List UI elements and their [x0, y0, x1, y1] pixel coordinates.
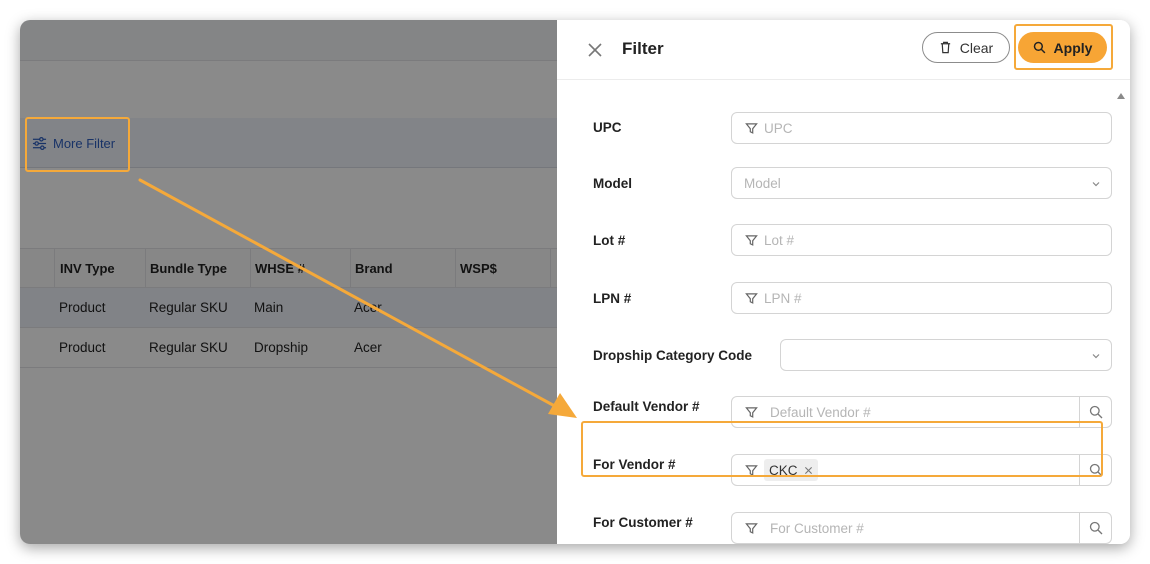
scroll-up-arrow[interactable] — [1117, 93, 1125, 99]
model-label: Model — [593, 176, 632, 191]
apply-button[interactable]: Apply — [1018, 32, 1107, 63]
for-customer-search-button[interactable] — [1079, 513, 1111, 543]
for-vendor-input[interactable]: CKC — [731, 454, 1112, 486]
clear-label: Clear — [959, 39, 994, 56]
filter-icon — [745, 292, 758, 304]
upc-placeholder: UPC — [764, 120, 793, 136]
search-icon — [1089, 521, 1102, 535]
upc-label: UPC — [593, 120, 622, 135]
modal-overlay[interactable] — [20, 20, 557, 544]
dropship-category-select[interactable] — [780, 339, 1112, 371]
chevron-down-icon — [1092, 354, 1100, 359]
search-icon — [1089, 405, 1102, 419]
screenshot-stage: More Filter INV Type Bundle Type WHSE # … — [0, 0, 1150, 564]
for-vendor-label: For Vendor # — [593, 457, 676, 472]
search-icon — [1089, 463, 1102, 477]
default-vendor-placeholder: Default Vendor # — [770, 404, 871, 420]
filter-icon — [745, 522, 758, 534]
drawer-title: Filter — [622, 39, 664, 58]
lot-label: Lot # — [593, 233, 626, 248]
clear-button[interactable]: Clear — [922, 32, 1010, 63]
default-vendor-label: Default Vendor # — [593, 399, 700, 414]
filter-drawer: Filter Clear Apply UPC UPC Model Model L… — [557, 20, 1130, 544]
filter-icon — [745, 234, 758, 246]
filter-icon — [745, 122, 758, 134]
drawer-body[interactable]: UPC UPC Model Model Lot # Lot # LPN # LP… — [557, 81, 1130, 544]
filter-icon — [745, 406, 758, 418]
remove-tag-icon[interactable] — [804, 466, 813, 475]
model-select[interactable]: Model — [731, 167, 1112, 199]
drawer-header: Filter Clear Apply — [557, 20, 1130, 80]
dropship-category-label: Dropship Category Code — [593, 348, 753, 363]
for-customer-label: For Customer # — [593, 515, 693, 530]
for-vendor-search-button[interactable] — [1079, 455, 1111, 485]
lot-placeholder: Lot # — [764, 232, 795, 248]
lot-input[interactable]: Lot # — [731, 224, 1112, 256]
model-placeholder: Model — [744, 175, 781, 191]
upc-input[interactable]: UPC — [731, 112, 1112, 144]
search-icon — [1033, 41, 1045, 54]
for-customer-input[interactable]: For Customer # — [731, 512, 1112, 544]
lpn-input[interactable]: LPN # — [731, 282, 1112, 314]
filter-icon — [745, 464, 758, 476]
apply-label: Apply — [1053, 39, 1093, 56]
close-icon[interactable] — [585, 40, 605, 60]
default-vendor-input[interactable]: Default Vendor # — [731, 396, 1112, 428]
for-customer-placeholder: For Customer # — [770, 520, 864, 536]
lpn-label: LPN # — [593, 291, 632, 306]
app-window: More Filter INV Type Bundle Type WHSE # … — [20, 20, 1130, 544]
chevron-down-icon — [1092, 182, 1100, 187]
vendor-tag-label: CKC — [769, 462, 798, 478]
background-page: More Filter INV Type Bundle Type WHSE # … — [20, 20, 557, 544]
trash-icon — [940, 41, 950, 54]
vendor-tag: CKC — [764, 459, 818, 481]
lpn-placeholder: LPN # — [764, 290, 802, 306]
default-vendor-search-button[interactable] — [1079, 397, 1111, 427]
